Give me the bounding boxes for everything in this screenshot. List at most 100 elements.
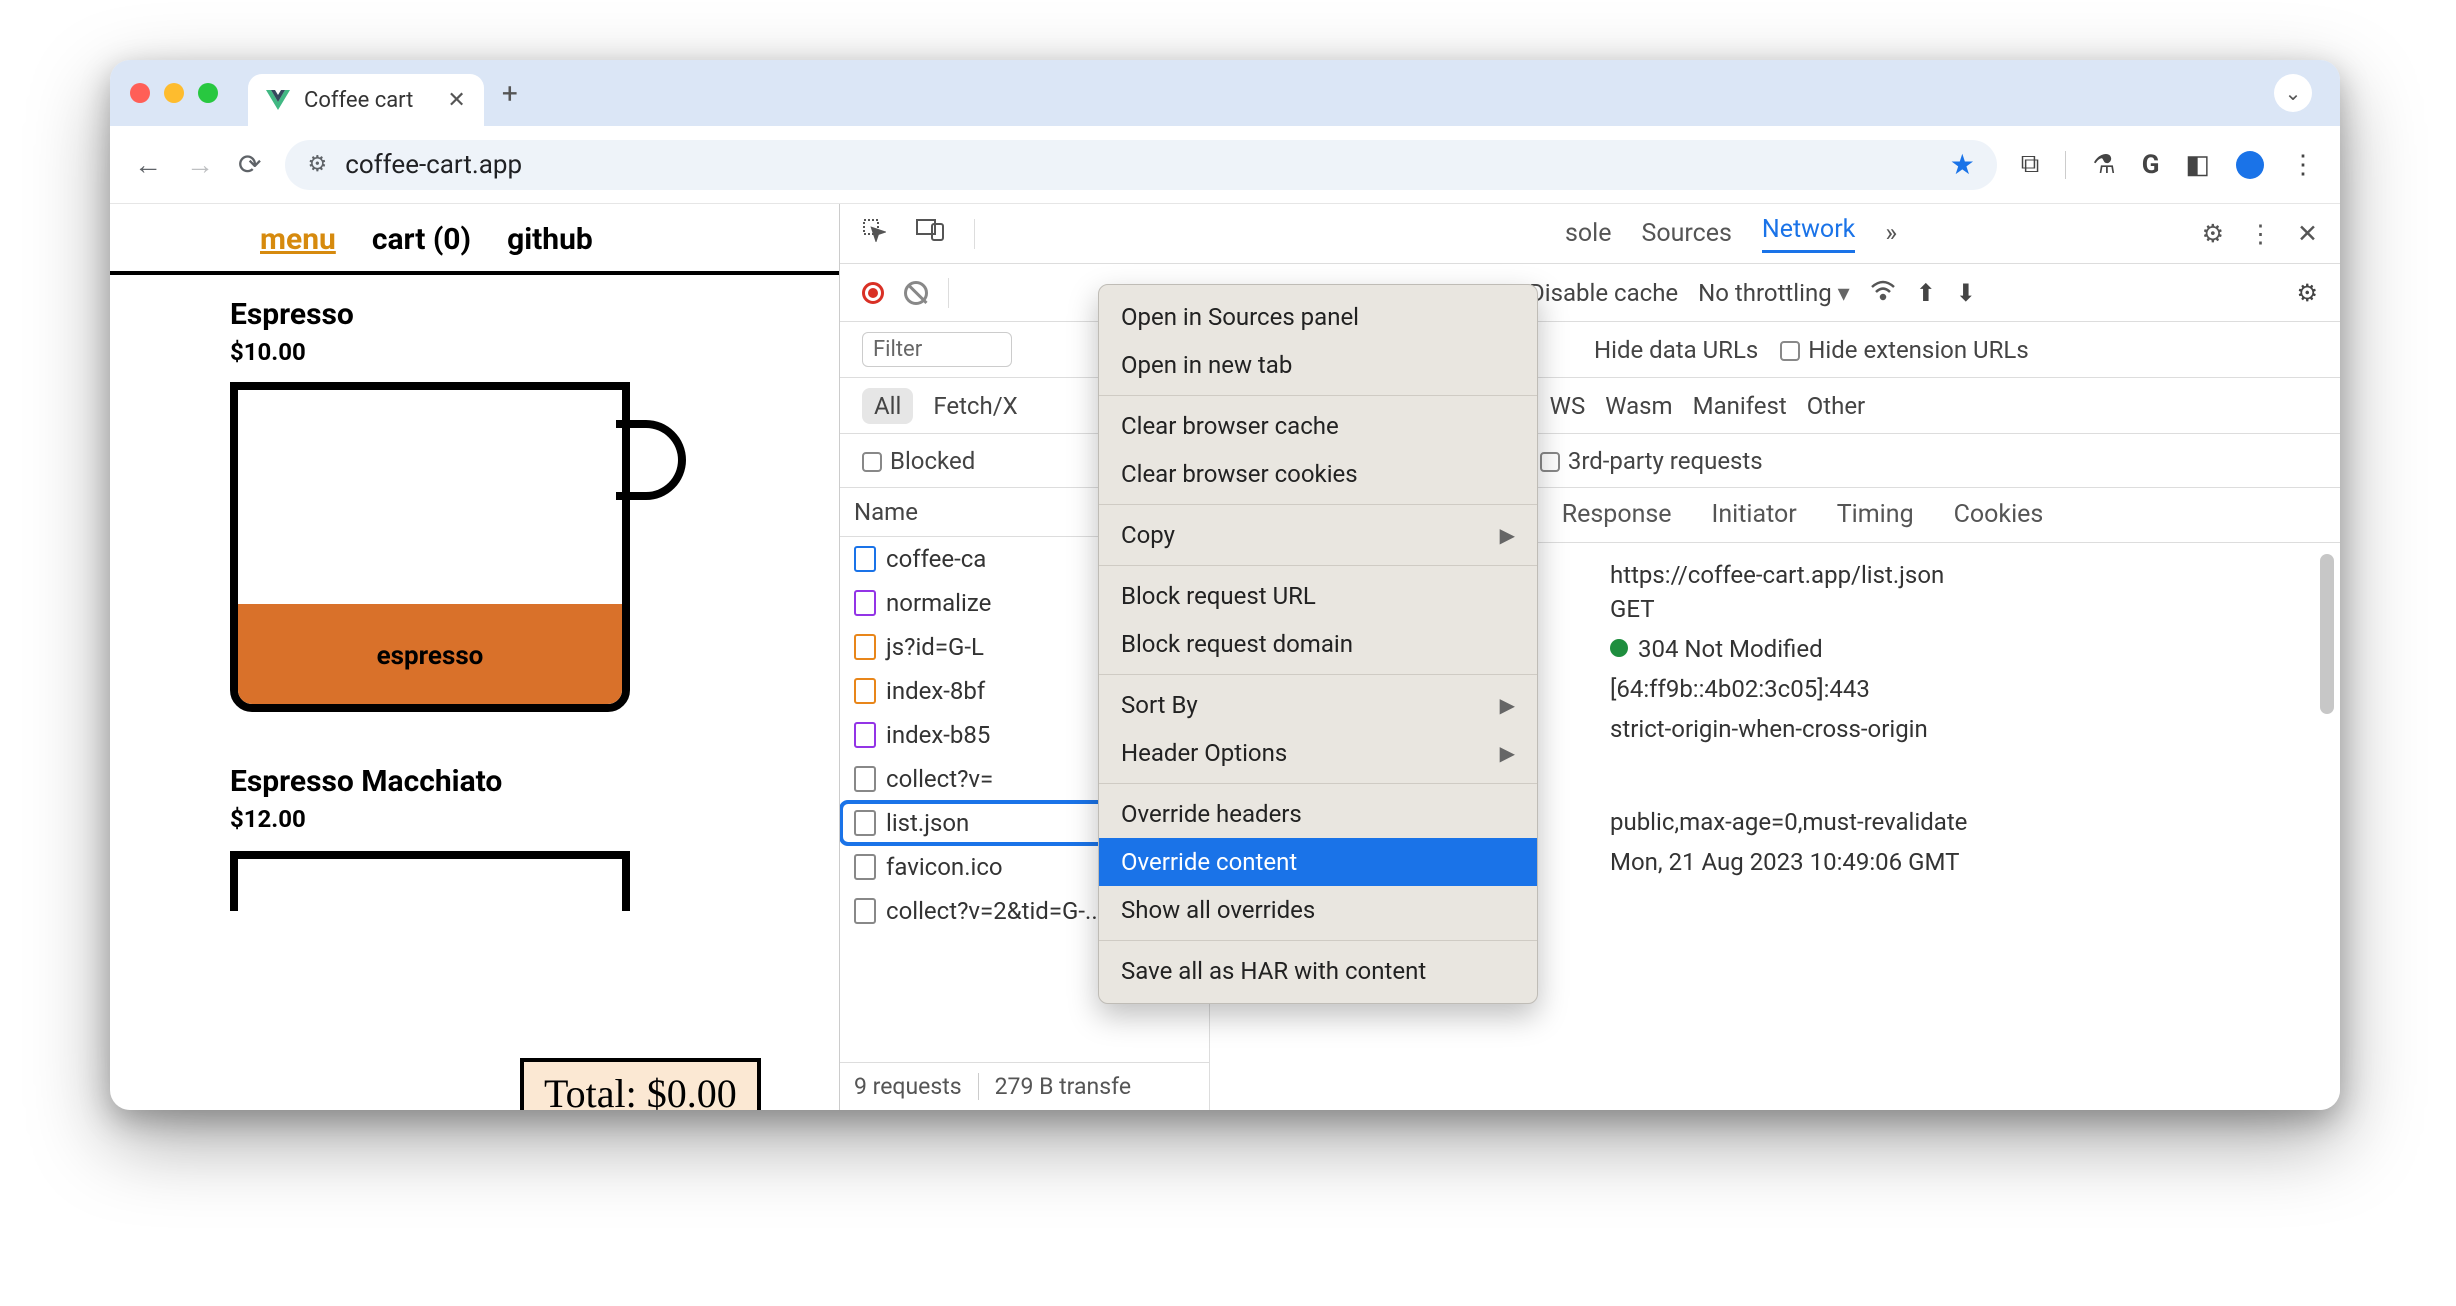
vue-icon: [266, 90, 290, 110]
close-tab-icon[interactable]: ✕: [447, 88, 465, 113]
cm-block-url[interactable]: Block request URL: [1099, 572, 1537, 620]
chevron-right-icon: ▶: [1500, 741, 1515, 765]
network-settings-icon[interactable]: ⚙: [2296, 279, 2318, 307]
browser-tab[interactable]: Coffee cart ✕: [248, 74, 484, 126]
cm-clear-cookies[interactable]: Clear browser cookies: [1099, 450, 1537, 498]
filter-input[interactable]: Filter: [862, 332, 1012, 367]
extensions-icon[interactable]: ⧉: [2021, 149, 2040, 180]
reload-button[interactable]: ⟳: [238, 148, 261, 181]
wifi-icon[interactable]: [1870, 279, 1896, 307]
page-viewport: menu cart (0) github Espresso $10.00 esp…: [110, 204, 840, 1110]
close-devtools-icon[interactable]: ✕: [2297, 219, 2318, 249]
nav-github[interactable]: github: [507, 222, 593, 257]
network-filter-row: Filter Hide data URLs Hide extension URL…: [840, 322, 2340, 378]
cm-block-domain[interactable]: Block request domain: [1099, 620, 1537, 668]
menu-icon[interactable]: ⋮: [2290, 150, 2316, 180]
file-icon: [854, 766, 876, 792]
hide-data-urls-checkbox[interactable]: Hide data URLs: [1594, 336, 1758, 364]
total-chip[interactable]: Total: $0.00: [520, 1058, 761, 1110]
separator: [2065, 151, 2066, 179]
tabs-dropdown-button[interactable]: ⌄: [2274, 74, 2312, 112]
nav-cart[interactable]: cart (0): [372, 222, 471, 257]
hide-ext-urls-checkbox[interactable]: Hide extension URLs: [1780, 336, 2028, 364]
request-list-footer: 9 requests 279 B transfe: [840, 1062, 1209, 1110]
request-method: GET: [1610, 589, 2310, 629]
product-name: Espresso Macchiato: [230, 764, 719, 799]
tab-network[interactable]: Network: [1762, 215, 1855, 253]
filter-wasm[interactable]: Wasm: [1605, 392, 1672, 420]
forward-button[interactable]: →: [186, 148, 214, 181]
cm-copy[interactable]: Copy▶: [1099, 511, 1537, 559]
network-blocked-row: Blocked uests 3rd-party requests: [840, 434, 2340, 488]
blocked-response-checkbox[interactable]: Blocked: [862, 447, 975, 475]
tab-more[interactable]: »: [1885, 219, 1897, 248]
disable-cache-checkbox[interactable]: Disable cache: [1529, 279, 1678, 307]
filter-other[interactable]: Other: [1807, 392, 1865, 420]
cm-header-options[interactable]: Header Options▶: [1099, 729, 1537, 777]
scrollbar[interactable]: [2320, 554, 2334, 714]
download-icon[interactable]: ⬇: [1956, 279, 1976, 307]
tab-sources[interactable]: Sources: [1642, 219, 1732, 248]
detail-tab-timing[interactable]: Timing: [1837, 500, 1914, 530]
tab-console-partial[interactable]: sole: [1565, 219, 1612, 248]
labs-icon[interactable]: ⚗: [2092, 150, 2115, 180]
sidepanel-icon[interactable]: ◧: [2185, 150, 2210, 180]
back-button[interactable]: ←: [134, 148, 162, 181]
google-icon[interactable]: G: [2142, 150, 2160, 180]
window-controls: [130, 83, 218, 103]
filter-manifest[interactable]: Manifest: [1693, 392, 1787, 420]
transfer-size: 279 B transfe: [978, 1073, 1131, 1100]
settings-gear-icon[interactable]: ⚙: [2202, 219, 2224, 249]
file-js-icon: [854, 634, 876, 660]
cm-sort-by[interactable]: Sort By▶: [1099, 681, 1537, 729]
cm-show-overrides[interactable]: Show all overrides: [1099, 886, 1537, 934]
file-html-icon: [854, 546, 876, 572]
product-card: Espresso Macchiato $12.00: [110, 742, 839, 921]
detail-tab-response[interactable]: Response: [1562, 500, 1672, 530]
device-toggle-icon[interactable]: [916, 219, 944, 248]
detail-tab-initiator[interactable]: Initiator: [1712, 500, 1797, 530]
filter-fetch[interactable]: Fetch/X: [933, 392, 1017, 420]
cm-override-content[interactable]: Override content: [1099, 838, 1537, 886]
separator: [974, 219, 975, 249]
header-value: Mon, 21 Aug 2023 10:49:06 GMT: [1610, 848, 1959, 876]
cm-clear-cache[interactable]: Clear browser cache: [1099, 402, 1537, 450]
third-party-checkbox[interactable]: 3rd-party requests: [1540, 447, 1763, 475]
address-bar[interactable]: ⚙ coffee-cart.app ★: [285, 140, 1996, 190]
page-nav: menu cart (0) github: [110, 204, 839, 275]
record-button[interactable]: [862, 282, 884, 304]
maximize-window-button[interactable]: [198, 83, 218, 103]
cm-open-sources[interactable]: Open in Sources panel: [1099, 293, 1537, 341]
bookmark-star-icon[interactable]: ★: [1950, 148, 1975, 181]
cm-save-har[interactable]: Save all as HAR with content: [1099, 947, 1537, 995]
status-dot-icon: [1610, 639, 1628, 657]
tab-title: Coffee cart: [304, 88, 413, 113]
cm-open-tab[interactable]: Open in new tab: [1099, 341, 1537, 389]
profile-avatar[interactable]: [2236, 151, 2264, 179]
new-tab-button[interactable]: +: [502, 77, 518, 110]
cup-label: espresso: [238, 641, 622, 671]
url-text: coffee-cart.app: [345, 150, 522, 180]
header-value: public,max-age=0,must-revalidate: [1610, 808, 1967, 836]
upload-icon[interactable]: ⬆: [1916, 279, 1936, 307]
throttling-select[interactable]: No throttling ▾: [1698, 279, 1850, 307]
referrer-policy: strict-origin-when-cross-origin: [1610, 709, 2310, 749]
minimize-window-button[interactable]: [164, 83, 184, 103]
cm-override-headers[interactable]: Override headers: [1099, 790, 1537, 838]
kebab-menu-icon[interactable]: ⋮: [2248, 219, 2273, 249]
window-titlebar: Coffee cart ✕ + ⌄: [110, 60, 2340, 126]
separator: [1099, 565, 1537, 566]
site-settings-icon[interactable]: ⚙: [307, 152, 327, 177]
close-window-button[interactable]: [130, 83, 150, 103]
inspect-icon[interactable]: [862, 218, 886, 249]
coffee-cup-graphic[interactable]: espresso: [230, 382, 640, 732]
filter-ws[interactable]: WS: [1550, 392, 1586, 420]
detail-tab-cookies[interactable]: Cookies: [1954, 500, 2044, 530]
file-icon: [854, 854, 876, 880]
clear-button[interactable]: [904, 281, 928, 305]
browser-window: Coffee cart ✕ + ⌄ ← → ⟳ ⚙ coffee-cart.ap…: [110, 60, 2340, 1110]
nav-menu[interactable]: menu: [260, 222, 336, 257]
file-css-icon: [854, 590, 876, 616]
filter-all[interactable]: All: [862, 388, 913, 424]
chevron-right-icon: ▶: [1500, 693, 1515, 717]
